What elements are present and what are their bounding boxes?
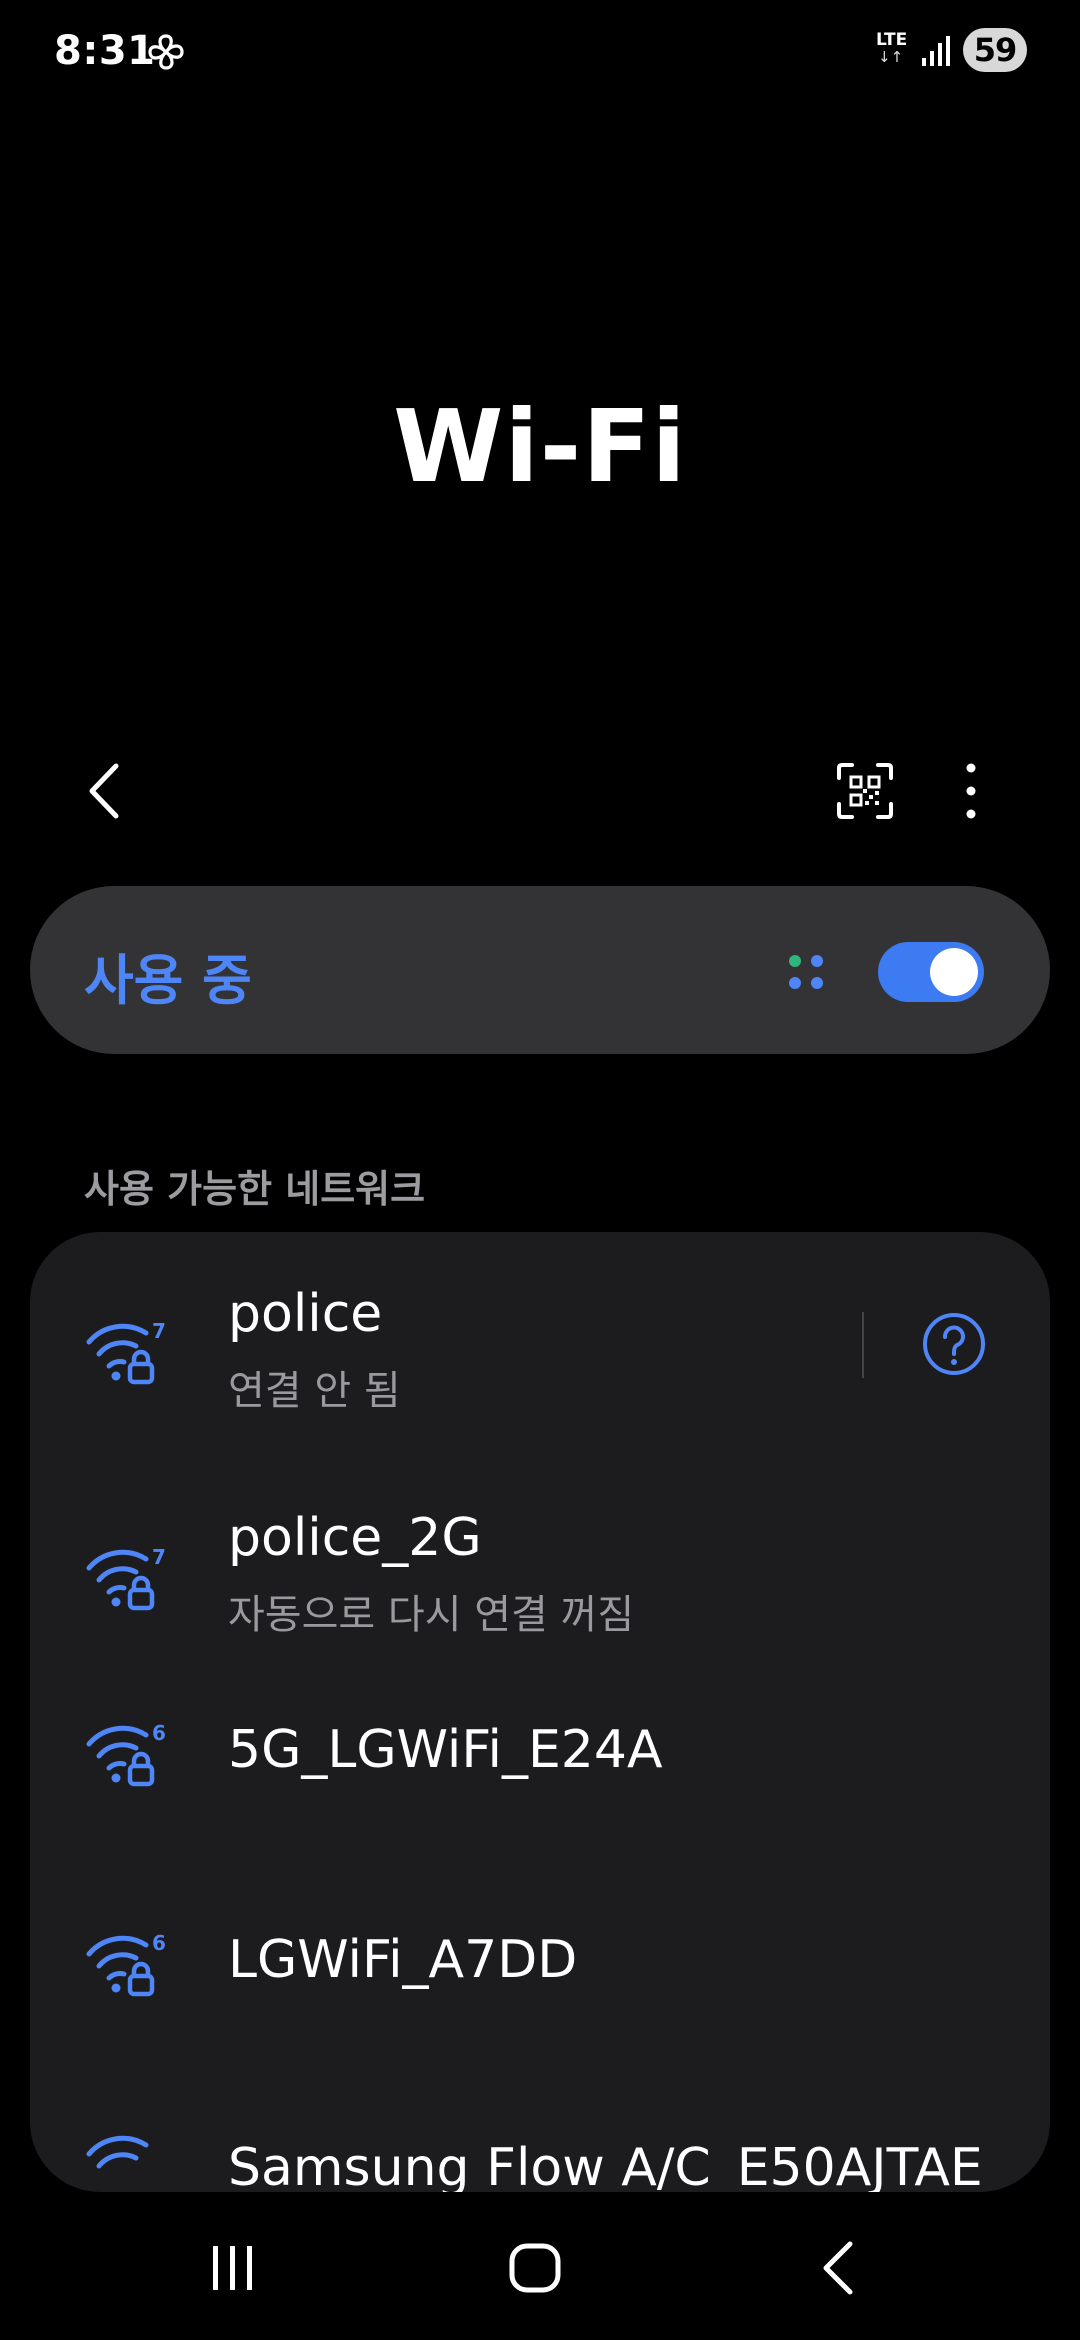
home-icon[interactable] — [508, 2242, 562, 2294]
wifi-6-lock-icon: 6 — [86, 1931, 166, 1997]
battery-indicator: 59 — [963, 28, 1027, 72]
item-divider — [862, 1312, 864, 1378]
svg-text:7: 7 — [152, 1545, 166, 1569]
lte-label: LTE — [876, 30, 908, 50]
toggle-knob — [930, 948, 978, 996]
status-time: 8:31 — [54, 28, 156, 74]
network-item-police[interactable]: 7 police 연결 안 됨 — [30, 1232, 1050, 1432]
network-name: police_2G — [228, 1508, 482, 1568]
qr-scan-icon[interactable] — [836, 762, 894, 820]
page-title: Wi-Fi — [393, 388, 687, 505]
status-bar: 8:31 LTE ↓↑ 59 — [0, 0, 1080, 100]
chevron-left-icon[interactable] — [80, 758, 130, 824]
wifi-6-lock-icon: 6 — [86, 1721, 166, 1787]
network-item-samsung-flow[interactable]: Samsung Flow A/C_E50AJTAE — [30, 2088, 1050, 2192]
svg-text:7: 7 — [152, 1319, 166, 1343]
network-status: 연결 안 됨 — [228, 1368, 401, 1414]
help-icon[interactable] — [922, 1312, 986, 1376]
more-vertical-icon[interactable] — [956, 760, 986, 822]
network-item-5g-lgwifi-e24a[interactable]: 6 5G_LGWiFi_E24A — [30, 1668, 1050, 1868]
recent-apps-icon[interactable] — [208, 2244, 258, 2292]
wifi-status-label: 사용 중 — [84, 949, 252, 1012]
data-arrows: ↓↑ — [878, 48, 904, 66]
lte-indicator: LTE ↓↑ — [876, 30, 912, 74]
available-networks-header: 사용 가능한 네트워크 — [84, 1167, 426, 1211]
svg-text:6: 6 — [152, 1721, 166, 1745]
fan-icon — [148, 34, 184, 70]
signal-icon — [922, 36, 950, 66]
network-name: LGWiFi_A7DD — [228, 1930, 578, 1990]
network-status: 자동으로 다시 연결 꺼짐 — [228, 1592, 635, 1638]
wifi-icon — [86, 2135, 149, 2169]
network-item-lgwifi-a7dd[interactable]: 6 LGWiFi_A7DD — [30, 1878, 1050, 2078]
back-icon[interactable] — [820, 2240, 856, 2296]
wifi-settings-screen: 8:31 LTE ↓↑ 59 Wi-Fi 사용 중 사용 가능한 네트워크 7 … — [0, 0, 1080, 2340]
network-name: Samsung Flow A/C_E50AJTAE — [228, 2138, 983, 2192]
wifi-toggle-switch[interactable] — [878, 942, 984, 1002]
wifi-7-lock-icon: 7 — [86, 1545, 166, 1611]
svg-text:6: 6 — [152, 1931, 166, 1955]
navigation-bar — [0, 2196, 1080, 2340]
network-name: 5G_LGWiFi_E24A — [228, 1720, 663, 1780]
wifi-status-dots-icon — [789, 955, 823, 989]
network-list: 7 police 연결 안 됨 7 police_2G 자동으로 다시 연결 꺼… — [30, 1232, 1050, 2192]
network-item-police-2g[interactable]: 7 police_2G 자동으로 다시 연결 꺼짐 — [30, 1458, 1050, 1658]
wifi-7-lock-icon: 7 — [86, 1319, 166, 1385]
network-name: police — [228, 1284, 383, 1344]
wifi-toggle-card[interactable]: 사용 중 — [30, 886, 1050, 1054]
